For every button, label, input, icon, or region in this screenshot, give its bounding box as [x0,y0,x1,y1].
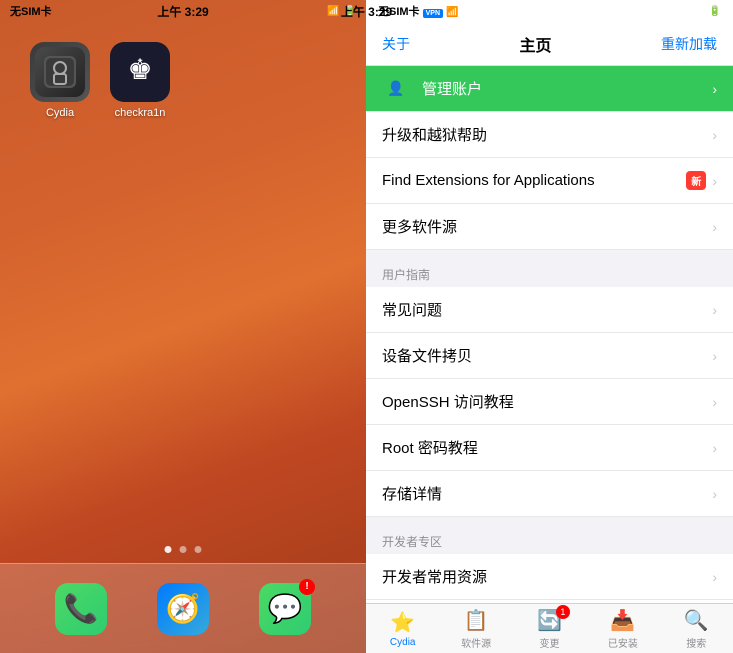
tab-software-icon: 📋 [464,608,489,633]
tab-changes-label: 变更 [539,635,559,650]
section-developer: 开发者专区 [366,525,733,554]
dot-2 [180,546,187,553]
tab-cydia-label: Cydia [390,637,416,648]
tab-installed-icon: 📥 [610,608,635,633]
cydia-inner-icon [35,47,85,97]
tab-search-icon: 🔍 [684,608,709,633]
nav-bar: 关于 主页 重新加载 [366,22,733,66]
menu-item-faq[interactable]: 常见问题 › [366,287,733,333]
menu-list: 👤 管理账户 › 升级和越狱帮助 › Find Extensions for A… [366,66,733,603]
changes-badge: 1 [556,605,570,619]
chevron-icon-0: › [712,81,717,97]
menu-item-upgrade-help[interactable]: 升级和越狱帮助 › [366,112,733,158]
person-icon: 👤 [387,80,404,97]
nav-reload-button[interactable]: 重新加载 [661,34,717,54]
phone-dock-icon[interactable]: 📞 [55,583,107,635]
app-cydia[interactable]: Cydia [30,42,90,119]
file-backup-text: 设备文件拷贝 [382,345,712,366]
right-battery: 🔋 [709,6,721,17]
openssh-text: OpenSSH 访问教程 [382,391,712,412]
section-user-guide: 用户指南 [366,258,733,287]
chevron-dev-resources: › [712,569,717,585]
menu-item-dev-resources[interactable]: 开发者常用资源 › [366,554,733,600]
menu-item-storage[interactable]: 存储详情 › [366,471,733,517]
menu-item-root-password[interactable]: Root 密码教程 › [366,425,733,471]
chevron-root-password: › [712,440,717,456]
menu-item-openssh[interactable]: OpenSSH 访问教程 › [366,379,733,425]
menu-item-acknowledgements[interactable]: 致谢 / 感谢 › [366,600,733,603]
right-carrier: 无SIM卡 VPN 📶 [378,3,709,19]
storage-text: 存储详情 [382,483,712,504]
tab-cydia-icon: ⭐ [390,610,415,635]
menu-item-manage-account[interactable]: 👤 管理账户 › [366,66,733,112]
faq-text: 常见问题 [382,299,712,320]
cydia-label: Cydia [46,107,74,119]
vpn-badge: VPN [423,9,443,18]
checkra1n-icon: ♚ [110,42,170,102]
root-password-text: Root 密码教程 [382,437,712,458]
tab-changes-icon: 🔄 1 [537,608,562,633]
nav-title: 主页 [519,32,551,56]
chevron-openssh: › [712,394,717,410]
right-time: 上午 3:29 [341,3,392,20]
safari-icon: 🧭 [166,592,201,625]
svg-text:♚: ♚ [127,54,152,85]
right-wifi-icon: 📶 [446,7,458,18]
tab-search[interactable]: 🔍 搜索 [660,608,733,650]
chevron-storage: › [712,486,717,502]
chevron-file-backup: › [712,348,717,364]
chevron-faq: › [712,302,717,318]
checkra1n-label: checkra1n [115,107,166,119]
new-badge: 新 [686,171,706,190]
wifi-icon: 📶 [327,6,339,17]
left-panel: 无SIM卡 上午 3:29 📶 🔋 Cydia [0,0,366,653]
cydia-icon [30,42,90,102]
tab-cydia[interactable]: ⭐ Cydia [366,610,439,648]
dock: 📞 🧭 💬 ! [0,563,366,653]
chevron-icon-2: › [712,173,717,189]
dot-1 [165,546,172,553]
dev-resources-text: 开发者常用资源 [382,566,712,587]
left-status-bar: 无SIM卡 上午 3:29 📶 🔋 [0,0,366,22]
tab-installed-label: 已安装 [608,635,638,650]
more-sources-text: 更多软件源 [382,216,712,237]
safari-dock-icon[interactable]: 🧭 [157,583,209,635]
messages-badge: ! [299,579,315,595]
account-icon: 👤 [382,75,410,103]
phone-icon: 📞 [64,592,99,625]
chevron-icon-1: › [712,127,717,143]
checkra1n-inner-icon: ♚ [118,47,162,98]
tab-software-label: 软件源 [461,635,491,650]
manage-account-text: 管理账户 [422,78,712,99]
tab-software[interactable]: 📋 软件源 [439,608,512,650]
chevron-icon-3: › [712,219,717,235]
app-checkra1n[interactable]: ♚ checkra1n [110,42,170,119]
page-dots [165,546,202,553]
left-time: 上午 3:29 [157,3,208,20]
menu-item-file-backup[interactable]: 设备文件拷贝 › [366,333,733,379]
nav-back-button[interactable]: 关于 [382,34,410,54]
menu-item-find-extensions[interactable]: Find Extensions for Applications 新 › [366,158,733,204]
tab-bar: ⭐ Cydia 📋 软件源 🔄 1 变更 📥 已安装 🔍 搜索 [366,603,733,653]
find-extensions-text: Find Extensions for Applications [382,172,686,189]
dot-3 [195,546,202,553]
right-status-bar: 无SIM卡 VPN 📶 上午 3:29 🔋 [366,0,733,22]
tab-search-label: 搜索 [686,635,706,650]
menu-item-more-sources[interactable]: 更多软件源 › [366,204,733,250]
right-panel: 无SIM卡 VPN 📶 上午 3:29 🔋 关于 主页 重新加载 👤 管理账户 … [366,0,733,653]
tab-changes[interactable]: 🔄 1 变更 [513,608,586,650]
messages-icon: 💬 [268,592,303,625]
tab-installed[interactable]: 📥 已安装 [586,608,659,650]
upgrade-help-text: 升级和越狱帮助 [382,124,712,145]
messages-dock-icon[interactable]: 💬 ! [259,583,311,635]
app-grid: Cydia ♚ checkra1n [0,22,366,139]
